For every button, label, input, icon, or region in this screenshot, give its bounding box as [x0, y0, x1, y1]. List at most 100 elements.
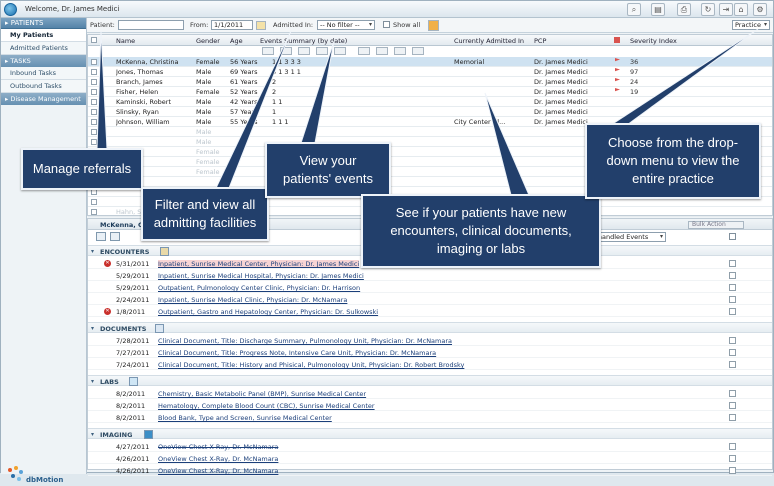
document-type-icon[interactable]: [280, 47, 292, 55]
event-checkbox[interactable]: [729, 272, 736, 279]
home-icon[interactable]: ⌂: [734, 3, 748, 16]
row-checkbox[interactable]: [91, 89, 97, 95]
event-checkbox[interactable]: [729, 284, 736, 291]
sidebar-item-admitted-patients[interactable]: Admitted Patients: [1, 42, 86, 55]
event-link[interactable]: Inpatient, Sunrise Medical Center, Physi…: [158, 260, 360, 268]
sidebar-item-inbound-tasks[interactable]: Inbound Tasks: [1, 67, 86, 80]
section-header-labs[interactable]: ▾ LABS: [88, 375, 772, 386]
row-checkbox[interactable]: [91, 109, 97, 115]
event-checkbox[interactable]: [729, 455, 736, 462]
row-checkbox[interactable]: [91, 59, 97, 65]
event-row[interactable]: 7/27/2011 Clinical Document, Title: Progr…: [88, 347, 772, 358]
event-link[interactable]: Clinical Document, Title: Progress Note,…: [158, 349, 436, 357]
sidebar-header-patients[interactable]: ▸ PATIENTS: [1, 18, 86, 29]
column-currently-admitted[interactable]: Currently Admitted In: [454, 37, 524, 45]
event-checkbox[interactable]: [729, 402, 736, 409]
print-icon[interactable]: ⎙: [677, 3, 691, 16]
refresh-icon[interactable]: ↻: [701, 3, 715, 16]
event-link[interactable]: Outpatient, Gastro and Hepatology Center…: [158, 308, 378, 316]
event-link[interactable]: OneView Chest X-Ray, Dr. McNamara: [158, 455, 278, 463]
scope-select[interactable]: Practice ▾: [732, 20, 770, 30]
medication-icon[interactable]: [334, 47, 346, 55]
search-icon[interactable]: ⌕: [627, 3, 641, 16]
event-row[interactable]: 8/2/2011 Chemistry, Basic Metabolic Panel…: [88, 388, 772, 399]
show-all-checkbox[interactable]: [383, 21, 390, 28]
event-checkbox[interactable]: [729, 414, 736, 421]
patient-search-input[interactable]: [118, 20, 184, 30]
admitted-in-select[interactable]: -- No filter -- ▾: [317, 20, 375, 30]
row-checkbox[interactable]: [91, 99, 97, 105]
select-all-checkbox[interactable]: [91, 37, 97, 43]
notes-icon[interactable]: [412, 47, 424, 55]
event-link[interactable]: Blood Bank, Type and Screen, Sunrise Med…: [158, 414, 332, 422]
vitals-icon[interactable]: [394, 47, 406, 55]
event-row[interactable]: 8/2/2011 Blood Bank, Type and Screen, Sun…: [88, 412, 772, 423]
imaging-icon[interactable]: [316, 47, 328, 55]
table-row[interactable]: Branch, James Male 61 Years 2 Dr. James Medi…: [88, 77, 772, 87]
event-link[interactable]: Outpatient, Pulmonology Center Clinic, P…: [158, 284, 360, 292]
event-link[interactable]: OneView Chest X-Ray, Dr. McNamara: [158, 443, 278, 451]
document-icon[interactable]: ▤: [651, 3, 665, 16]
event-link[interactable]: Clinical Document, Title: History and Ph…: [158, 361, 464, 369]
column-events-summary[interactable]: Events Summary (by date): [260, 37, 347, 45]
collapse-all-icon[interactable]: [110, 232, 120, 241]
event-checkbox[interactable]: [729, 390, 736, 397]
allergy-icon[interactable]: [358, 47, 370, 55]
chevron-down-icon[interactable]: ▾: [91, 325, 94, 332]
event-row[interactable]: 7/24/2011 Clinical Document, Title: Histo…: [88, 359, 772, 370]
column-severity-index[interactable]: Severity Index: [630, 37, 677, 45]
table-row[interactable]: McKenna, Christina Female 56 Years 1 1 3 3 …: [88, 57, 772, 67]
settings-icon[interactable]: ⚙: [753, 3, 767, 16]
lab-icon[interactable]: [298, 47, 310, 55]
event-checkbox[interactable]: [729, 296, 736, 303]
event-row[interactable]: 8/2/2011 Hematology, Complete Blood Count…: [88, 400, 772, 411]
event-row[interactable]: 4/26/2011 OneView Chest X-Ray, Dr. McNama…: [88, 465, 772, 476]
event-link[interactable]: Chemistry, Basic Metabolic Panel (BMP), …: [158, 390, 366, 398]
row-checkbox[interactable]: [91, 199, 97, 205]
sidebar-header-disease[interactable]: ▸ Disease Management: [1, 93, 86, 105]
chevron-down-icon[interactable]: ▾: [91, 431, 94, 438]
sidebar-header-tasks[interactable]: ▸ TASKS: [1, 55, 86, 67]
section-header-imaging[interactable]: ▾ IMAGING: [88, 428, 772, 439]
event-row[interactable]: 2/24/2011 Inpatient, Sunrise Medical Clin…: [88, 294, 772, 305]
event-checkbox[interactable]: [729, 349, 736, 356]
sidebar-item-outbound-tasks[interactable]: Outbound Tasks: [1, 80, 86, 93]
sidebar-item-my-patients[interactable]: My Patients: [1, 29, 86, 42]
event-checkbox[interactable]: [729, 260, 736, 267]
chevron-down-icon[interactable]: ▾: [91, 378, 94, 385]
table-row[interactable]: Jones, Thomas Male 69 Years 3 1 3 1 1 Dr. Ja…: [88, 67, 772, 77]
row-checkbox[interactable]: [91, 119, 97, 125]
row-checkbox[interactable]: [91, 129, 97, 135]
column-flag-icon[interactable]: [614, 37, 620, 43]
select-all-events-checkbox[interactable]: [729, 233, 736, 240]
table-row[interactable]: Fisher, Helen Female 52 Years 2 Dr. James Me…: [88, 87, 772, 97]
event-row[interactable]: ✕ 1/8/2011 Outpatient, Gastro and Hepatolo…: [88, 306, 772, 317]
event-link[interactable]: OneView Chest X-Ray, Dr. McNamara: [158, 467, 278, 475]
event-row[interactable]: 4/26/2011 OneView Chest X-Ray, Dr. McNama…: [88, 453, 772, 464]
event-row[interactable]: 5/29/2011 Inpatient, Sunrise Medical Hosp…: [88, 270, 772, 281]
bulk-action-button[interactable]: Bulk Action: [688, 221, 744, 229]
event-checkbox[interactable]: [729, 308, 736, 315]
row-checkbox[interactable]: [91, 79, 97, 85]
column-pcp[interactable]: PCP: [534, 37, 546, 45]
row-checkbox[interactable]: [91, 139, 97, 145]
event-link[interactable]: Inpatient, Sunrise Medical Clinic, Physi…: [158, 296, 347, 304]
referral-icon[interactable]: [428, 20, 439, 31]
event-row[interactable]: 7/28/2011 Clinical Document, Title: Disch…: [88, 335, 772, 346]
row-checkbox[interactable]: [91, 69, 97, 75]
table-row[interactable]: Kaminski, Robert Male 42 Years 1 1 Dr. James…: [88, 97, 772, 107]
calendar-icon[interactable]: [256, 21, 266, 30]
event-link[interactable]: Hematology, Complete Blood Count (CBC), …: [158, 402, 375, 410]
from-date-input[interactable]: 1/1/2011: [211, 20, 253, 30]
event-link[interactable]: Clinical Document, Title: Discharge Summ…: [158, 337, 452, 345]
expand-all-icon[interactable]: [96, 232, 106, 241]
section-header-documents[interactable]: ▾ DOCUMENTS: [88, 322, 772, 333]
row-checkbox[interactable]: [91, 209, 97, 215]
event-link[interactable]: Inpatient, Sunrise Medical Hospital, Phy…: [158, 272, 364, 280]
exit-icon[interactable]: ⇥: [719, 3, 733, 16]
column-age[interactable]: Age: [230, 37, 243, 45]
event-checkbox[interactable]: [729, 337, 736, 344]
event-checkbox[interactable]: [729, 361, 736, 368]
event-checkbox[interactable]: [729, 443, 736, 450]
procedure-icon[interactable]: [376, 47, 388, 55]
